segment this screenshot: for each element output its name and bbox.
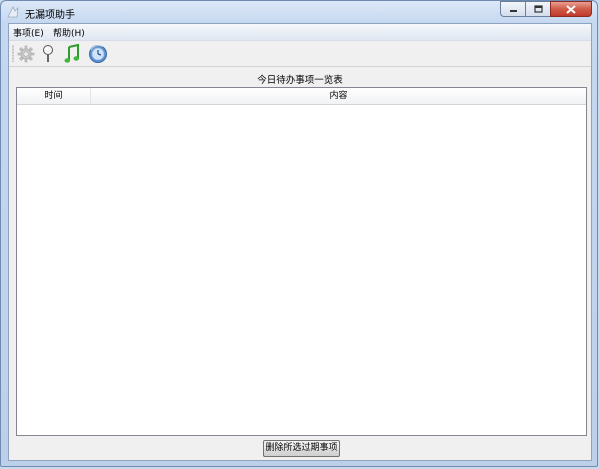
music-button[interactable] — [61, 43, 83, 65]
menu-items[interactable]: 事项(E) — [13, 26, 44, 39]
pin-button[interactable] — [37, 43, 59, 65]
column-header-content[interactable]: 内容 — [91, 88, 586, 104]
minimize-icon — [509, 10, 517, 12]
list-title: 今日待办事项一览表 — [257, 75, 343, 86]
gear-icon — [17, 45, 35, 63]
window-title: 无漏项助手 — [25, 10, 75, 21]
maximize-button[interactable] — [525, 1, 550, 17]
globe-clock-icon — [89, 44, 107, 63]
list-header: 时间 内容 — [17, 88, 586, 105]
column-header-time[interactable]: 时间 — [17, 88, 91, 104]
menu-help[interactable]: 帮助(H) — [53, 26, 85, 39]
close-icon — [566, 4, 576, 14]
minimize-button[interactable] — [500, 1, 525, 17]
todo-list[interactable]: 时间 内容 — [16, 87, 587, 436]
client-area: 事项(E) 帮助(H) 今日待办事项一览表 时间 内容 删除所选过期事项 — [8, 23, 592, 461]
toolbar — [9, 41, 591, 67]
title-bar[interactable]: 无漏项助手 — [1, 1, 597, 23]
menu-bar: 事项(E) 帮助(H) — [9, 24, 591, 41]
close-button[interactable] — [550, 1, 592, 17]
settings-button[interactable] — [15, 43, 37, 65]
pin-icon — [43, 45, 53, 62]
app-window: 无漏项助手 事项(E) 帮助(H) 今日待办事项一览表 时间 内容 删除所选过期… — [0, 0, 598, 467]
clock-button[interactable] — [87, 43, 109, 65]
maximize-icon — [533, 5, 543, 13]
delete-expired-button[interactable]: 删除所选过期事项 — [263, 440, 340, 457]
music-note-icon — [64, 44, 80, 63]
app-icon — [7, 6, 19, 18]
toolbar-grip[interactable] — [12, 45, 14, 62]
